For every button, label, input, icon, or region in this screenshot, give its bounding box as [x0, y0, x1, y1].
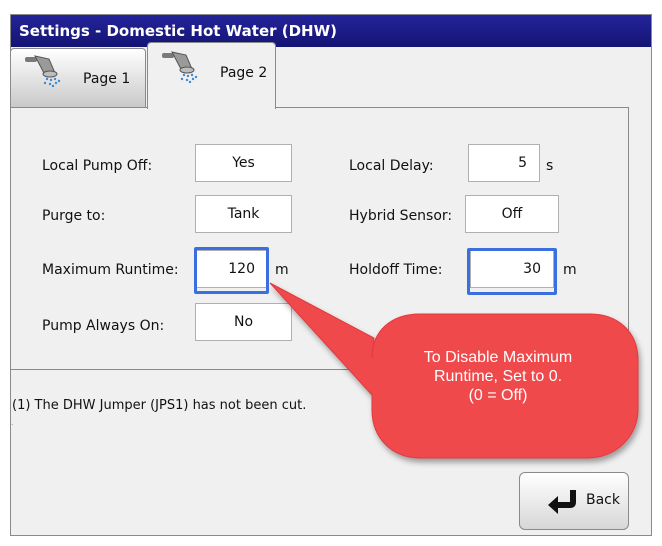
callout-bubble [269, 282, 639, 459]
callout-text: To Disable Maximum Runtime, Set to 0. (0… [378, 348, 618, 405]
callout-line-3: (0 = Off) [468, 387, 528, 404]
callout-line-2: Runtime, Set to 0. [433, 368, 563, 385]
callout-line-1: To Disable Maximum [423, 349, 573, 366]
